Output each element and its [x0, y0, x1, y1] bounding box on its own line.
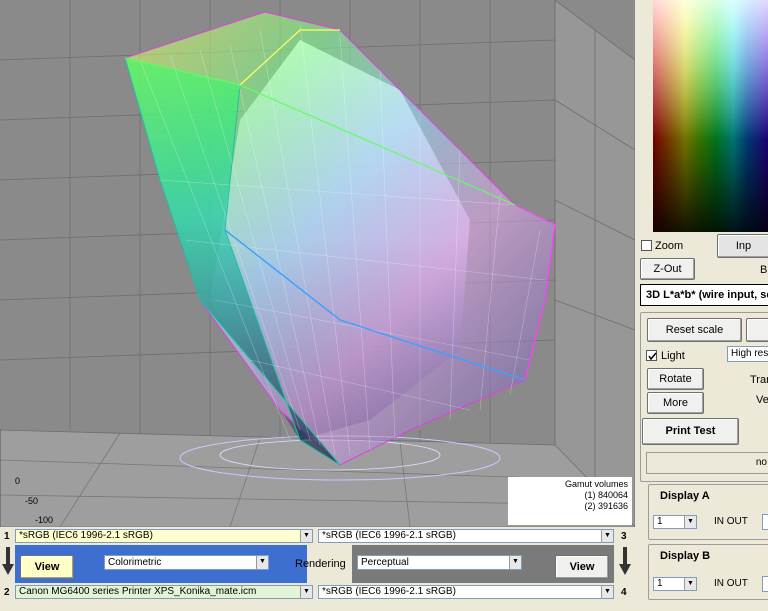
profile-2-value: Canon MG6400 series Printer XPS_Konika_m… [19, 586, 257, 597]
view-input-button[interactable]: View [20, 555, 74, 579]
display-a-value: 1 [657, 516, 663, 527]
profile-4-select[interactable]: *sRGB (IEC6 1996-2.1 sRGB) ▼ [318, 585, 614, 599]
display-b-in-out: IN OUT [714, 578, 748, 589]
gamut-volumes-title: Gamut volumes [564, 479, 628, 489]
axis-tick-0: 0 [15, 476, 21, 486]
chevron-down-icon: ▼ [300, 530, 312, 542]
gamut-volume-2: (2) 391636 [584, 501, 628, 511]
light-label: Light [661, 350, 685, 362]
input-intent-select[interactable]: Colorimetric ▼ [104, 555, 269, 570]
chevron-down-icon: ▼ [684, 578, 696, 590]
profile-4-value: *sRGB (IEC6 1996-2.1 sRGB) [322, 586, 456, 597]
rotate-button[interactable]: Rotate [647, 368, 704, 390]
slot-3-number: 3 [621, 531, 627, 542]
zoom-label: Zoom [655, 240, 684, 252]
gamut-3d-view[interactable]: 0 -50 -100 Gamut volumes (1) 840064 (2) … [0, 0, 635, 527]
trans-label: Trans [750, 374, 768, 386]
gamut-volume-1: (1) 840064 [584, 490, 628, 500]
print-test-button[interactable]: Print Test [642, 418, 739, 445]
output-intent-select[interactable]: Perceptual ▼ [357, 555, 522, 570]
zout-button[interactable]: Z-Out [640, 258, 695, 280]
view-output-button[interactable]: View [555, 555, 609, 579]
inp-button[interactable]: Inp [717, 234, 768, 258]
input-intent-value: Colorimetric [108, 557, 162, 568]
extra-button[interactable] [746, 318, 768, 342]
rendering-label: Rendering [295, 558, 346, 570]
bl-label: Bl [760, 264, 768, 276]
display-b-title: Display B [660, 550, 711, 562]
axis-tick-neg100: -100 [35, 515, 54, 525]
slot-2-number: 2 [4, 587, 10, 598]
status-field: no [646, 452, 768, 474]
display-b-select[interactable]: 1 ▼ [653, 577, 697, 591]
chevron-down-icon: ▼ [509, 556, 521, 569]
chevron-down-icon: ▼ [256, 556, 268, 569]
profile-3-value: *sRGB (IEC6 1996-2.1 sRGB) [322, 530, 456, 541]
more-button[interactable]: More [647, 392, 704, 414]
profile-3-select[interactable]: *sRGB (IEC6 1996-2.1 sRGB) ▼ [318, 529, 614, 543]
chevron-down-icon: ▼ [300, 586, 312, 598]
axis-tick-neg50: -50 [25, 496, 39, 506]
output-intent-value: Perceptual [361, 557, 409, 568]
reset-scale-button[interactable]: Reset scale [647, 318, 742, 342]
display-a-out-field[interactable] [762, 514, 768, 530]
display-a-select[interactable]: 1 ▼ [653, 515, 697, 529]
display-a-in-out: IN OUT [714, 516, 748, 527]
chevron-down-icon: ▼ [601, 586, 613, 598]
chevron-down-icon: ▼ [684, 516, 696, 528]
hires-select[interactable]: High res w [727, 346, 768, 362]
color-picker[interactable] [653, 0, 768, 232]
profile-1-value: *sRGB (IEC6 1996-2.1 sRGB) [19, 530, 153, 541]
slot-4-number: 4 [621, 587, 627, 598]
arrow-down-icon [619, 547, 631, 575]
profile-panel: 1 *sRGB (IEC6 1996-2.1 sRGB) ▼ *sRGB (IEC… [0, 527, 635, 611]
profile-2-select[interactable]: Canon MG6400 series Printer XPS_Konika_m… [15, 585, 313, 599]
arrow-down-icon [2, 547, 14, 575]
profile-1-select[interactable]: *sRGB (IEC6 1996-2.1 sRGB) ▼ [15, 529, 313, 543]
display-b-value: 1 [657, 578, 663, 589]
gamut-3d-canvas [0, 0, 635, 527]
display-a-title: Display A [660, 490, 710, 502]
display-b-out-field[interactable] [762, 576, 768, 592]
gamut-volumes-box: Gamut volumes (1) 840064 (2) 391636 [508, 477, 632, 525]
display-mode-select[interactable]: 3D L*a*b* (wire input, solid [640, 284, 768, 306]
zoom-checkbox[interactable] [641, 240, 652, 251]
slot-1-number: 1 [4, 531, 10, 542]
light-checkbox[interactable] [646, 350, 657, 361]
vec-label: Vec [756, 394, 768, 406]
chevron-down-icon: ▼ [601, 530, 613, 542]
